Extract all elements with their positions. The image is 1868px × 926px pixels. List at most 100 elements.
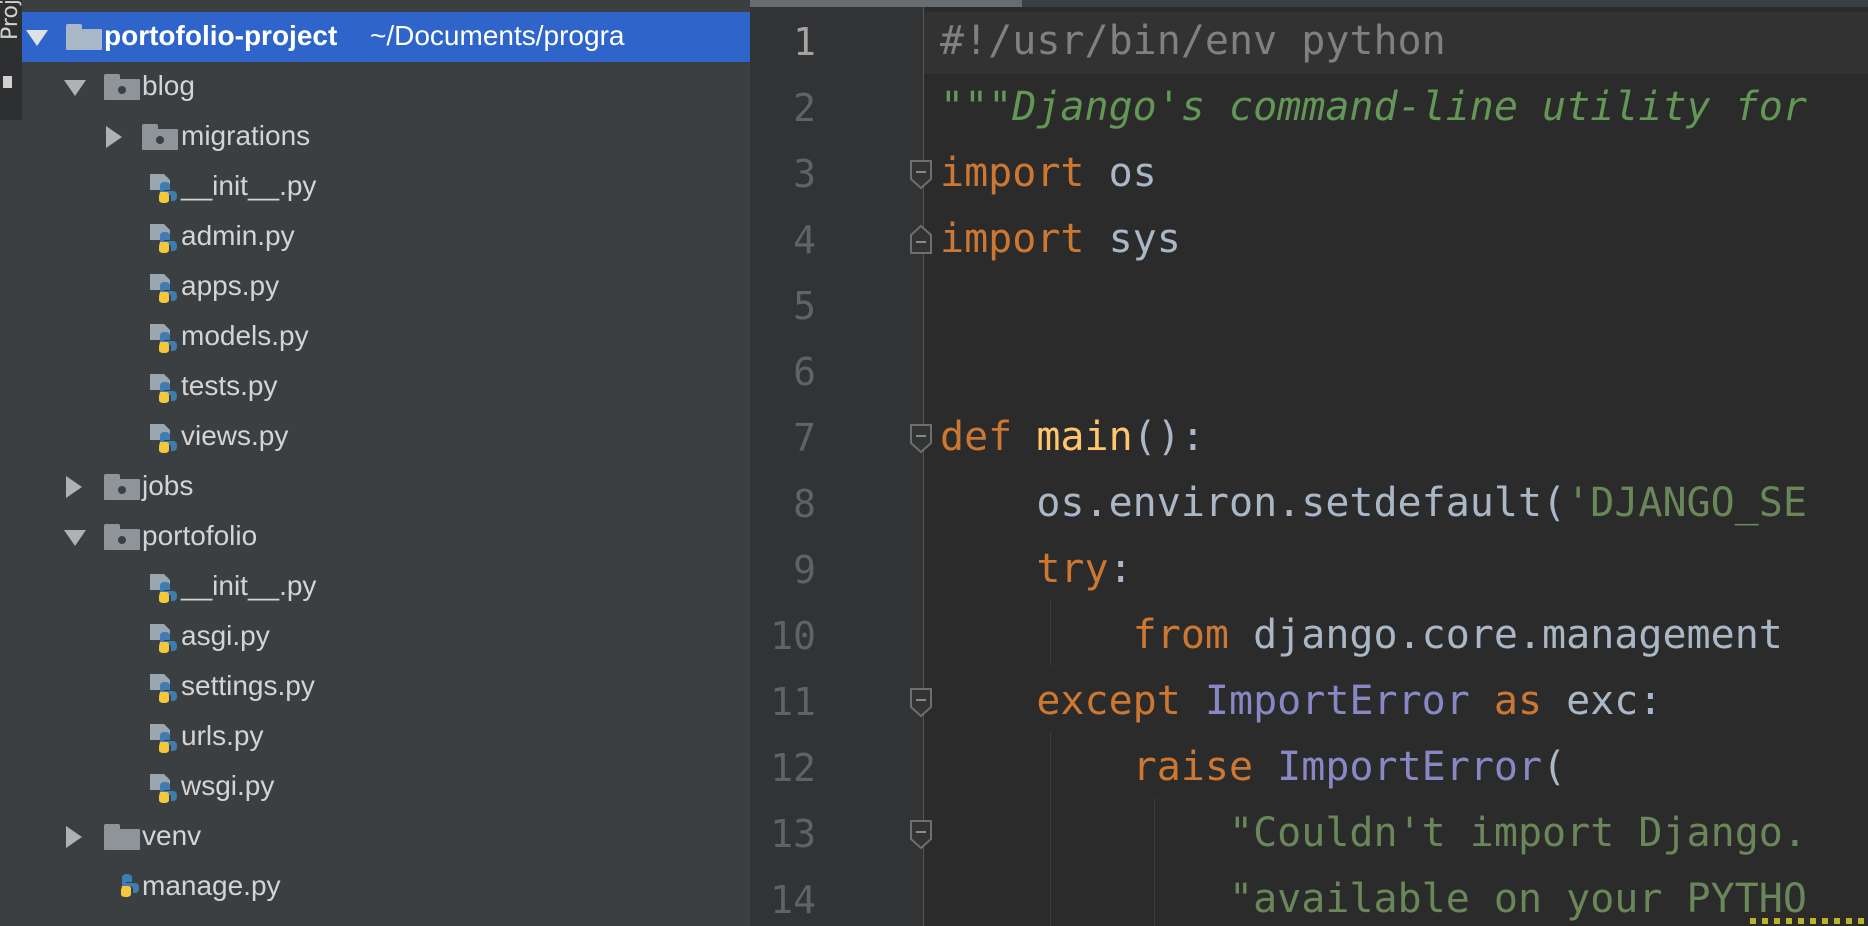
tree-item-venv[interactable]: venv: [22, 812, 750, 862]
code-line-3: import os: [940, 150, 1157, 196]
code-line-14: "available on your PYTHO: [940, 876, 1807, 922]
code-text: (: [1542, 744, 1567, 790]
tree-item-portofolio[interactable]: portofolio: [22, 512, 750, 562]
code-text: django.core.management: [1228, 612, 1783, 658]
line-number: 12: [770, 746, 816, 790]
python-file-icon: [150, 324, 177, 353]
code-text: os.environ.setdefault(: [940, 480, 1567, 526]
tree-item-file[interactable]: manage.py: [22, 862, 750, 912]
expand-arrow-icon[interactable]: [26, 30, 48, 46]
line-number: 8: [793, 482, 816, 526]
line-number: 6: [793, 350, 816, 394]
tree-item-migrations[interactable]: migrations: [22, 112, 750, 162]
package-folder-icon: [142, 124, 178, 150]
tree-item-label: models.py: [181, 320, 309, 351]
tree-item-label: tests.py: [181, 370, 278, 401]
line-number: 1: [793, 20, 816, 64]
tree-item-blog[interactable]: blog: [22, 62, 750, 112]
line-number: 10: [770, 614, 816, 658]
line-number: 3: [793, 152, 816, 196]
python-file-icon: [150, 774, 177, 803]
collapse-arrow-icon[interactable]: [66, 476, 82, 498]
code-text: os: [1084, 150, 1157, 196]
line-number: 13: [770, 812, 816, 856]
line-number: 11: [770, 680, 816, 724]
tree-item-file[interactable]: wsgi.py: [22, 762, 750, 812]
project-tool-icon: [3, 76, 12, 88]
scrollbar-thumb[interactable]: [750, 0, 1022, 7]
python-file-icon: [121, 874, 139, 897]
keyword: try: [940, 546, 1109, 592]
code-text: ():: [1132, 414, 1205, 460]
tree-item-file[interactable]: settings.py: [22, 662, 750, 712]
code-line-2: """Django's command-line utility for: [940, 84, 1807, 130]
tree-item-file[interactable]: __init__.py: [22, 162, 750, 212]
keyword: def: [940, 414, 1013, 460]
expand-arrow-icon[interactable]: [64, 80, 86, 96]
package-folder-icon: [104, 74, 140, 100]
code-editor[interactable]: 1 2 3 4 5 6 7 8 9 10 11 12 13 14 #!/usr/…: [750, 0, 1868, 926]
tree-item-file[interactable]: models.py: [22, 312, 750, 362]
fold-start-icon[interactable]: [908, 424, 934, 454]
package-folder-icon: [104, 524, 140, 550]
tree-root-path: ~/Documents/progra: [370, 20, 625, 51]
tree-item-label: apps.py: [181, 270, 280, 301]
tree-item-file[interactable]: apps.py: [22, 262, 750, 312]
code-line-12: raise ImportError(: [940, 744, 1567, 790]
package-folder-icon: [104, 474, 140, 500]
folder-icon: [104, 824, 140, 850]
keyword: import: [940, 216, 1085, 262]
code-line-4: import sys: [940, 216, 1181, 262]
fold-start-icon[interactable]: [908, 160, 934, 190]
line-number: 4: [793, 218, 816, 262]
tree-item-file[interactable]: views.py: [22, 412, 750, 462]
tree-item-file[interactable]: tests.py: [22, 362, 750, 412]
python-file-icon: [150, 274, 177, 303]
tree-item-label: views.py: [181, 420, 289, 451]
project-tree-panel: portofolio-project ~/Documents/progra bl…: [22, 0, 750, 926]
expand-arrow-icon[interactable]: [64, 530, 86, 546]
code-line-10: from django.core.management: [940, 612, 1783, 658]
tree-item-label: wsgi.py: [181, 770, 275, 801]
tree-item-label: jobs: [142, 470, 194, 501]
tree-item-file[interactable]: urls.py: [22, 712, 750, 762]
code-line-1: #!/usr/bin/env python: [940, 18, 1446, 64]
python-file-icon: [150, 624, 177, 653]
tree-item-label: __init__.py: [181, 170, 317, 201]
tree-item-label: portofolio: [142, 520, 258, 551]
python-file-icon: [150, 674, 177, 703]
python-file-icon: [150, 724, 177, 753]
folder-icon: [66, 24, 102, 50]
tree-item-file[interactable]: __init__.py: [22, 562, 750, 612]
tree-item-label: blog: [142, 70, 195, 101]
code-line-8: os.environ.setdefault('DJANGO_SE: [940, 480, 1807, 526]
horizontal-scrollbar[interactable]: [750, 0, 1868, 7]
tree-item-label: manage.py: [142, 870, 281, 901]
line-number: 5: [793, 284, 816, 328]
code-text: :: [1108, 546, 1133, 592]
project-tool-tab[interactable]: Proje: [0, 0, 23, 120]
collapse-arrow-icon[interactable]: [66, 826, 82, 848]
fold-start-icon[interactable]: [908, 688, 934, 718]
fold-end-icon[interactable]: [908, 224, 934, 254]
project-tool-tab-label: Proje: [0, 0, 23, 40]
tree-item-label: settings.py: [181, 670, 315, 701]
line-number: 14: [770, 878, 816, 922]
code-text: sys: [1084, 216, 1181, 262]
tree-root-row[interactable]: portofolio-project ~/Documents/progra: [22, 12, 750, 62]
collapse-arrow-icon[interactable]: [106, 126, 122, 148]
tree-item-jobs[interactable]: jobs: [22, 462, 750, 512]
tree-item-file[interactable]: asgi.py: [22, 612, 750, 662]
code-line-13: "Couldn't import Django.: [940, 810, 1807, 856]
keyword: as: [1469, 678, 1543, 724]
line-number: 7: [793, 416, 816, 460]
gutter-divider: [923, 7, 924, 926]
code-line-9: try:: [940, 546, 1133, 592]
function-name: main: [1012, 414, 1133, 460]
tree-item-file[interactable]: admin.py: [22, 212, 750, 262]
tree-root-name: portofolio-project: [104, 20, 338, 51]
keyword: raise: [940, 744, 1254, 790]
fold-start-icon[interactable]: [908, 820, 934, 850]
class-name: ImportError: [1253, 744, 1543, 790]
tree-item-label: urls.py: [181, 720, 264, 751]
